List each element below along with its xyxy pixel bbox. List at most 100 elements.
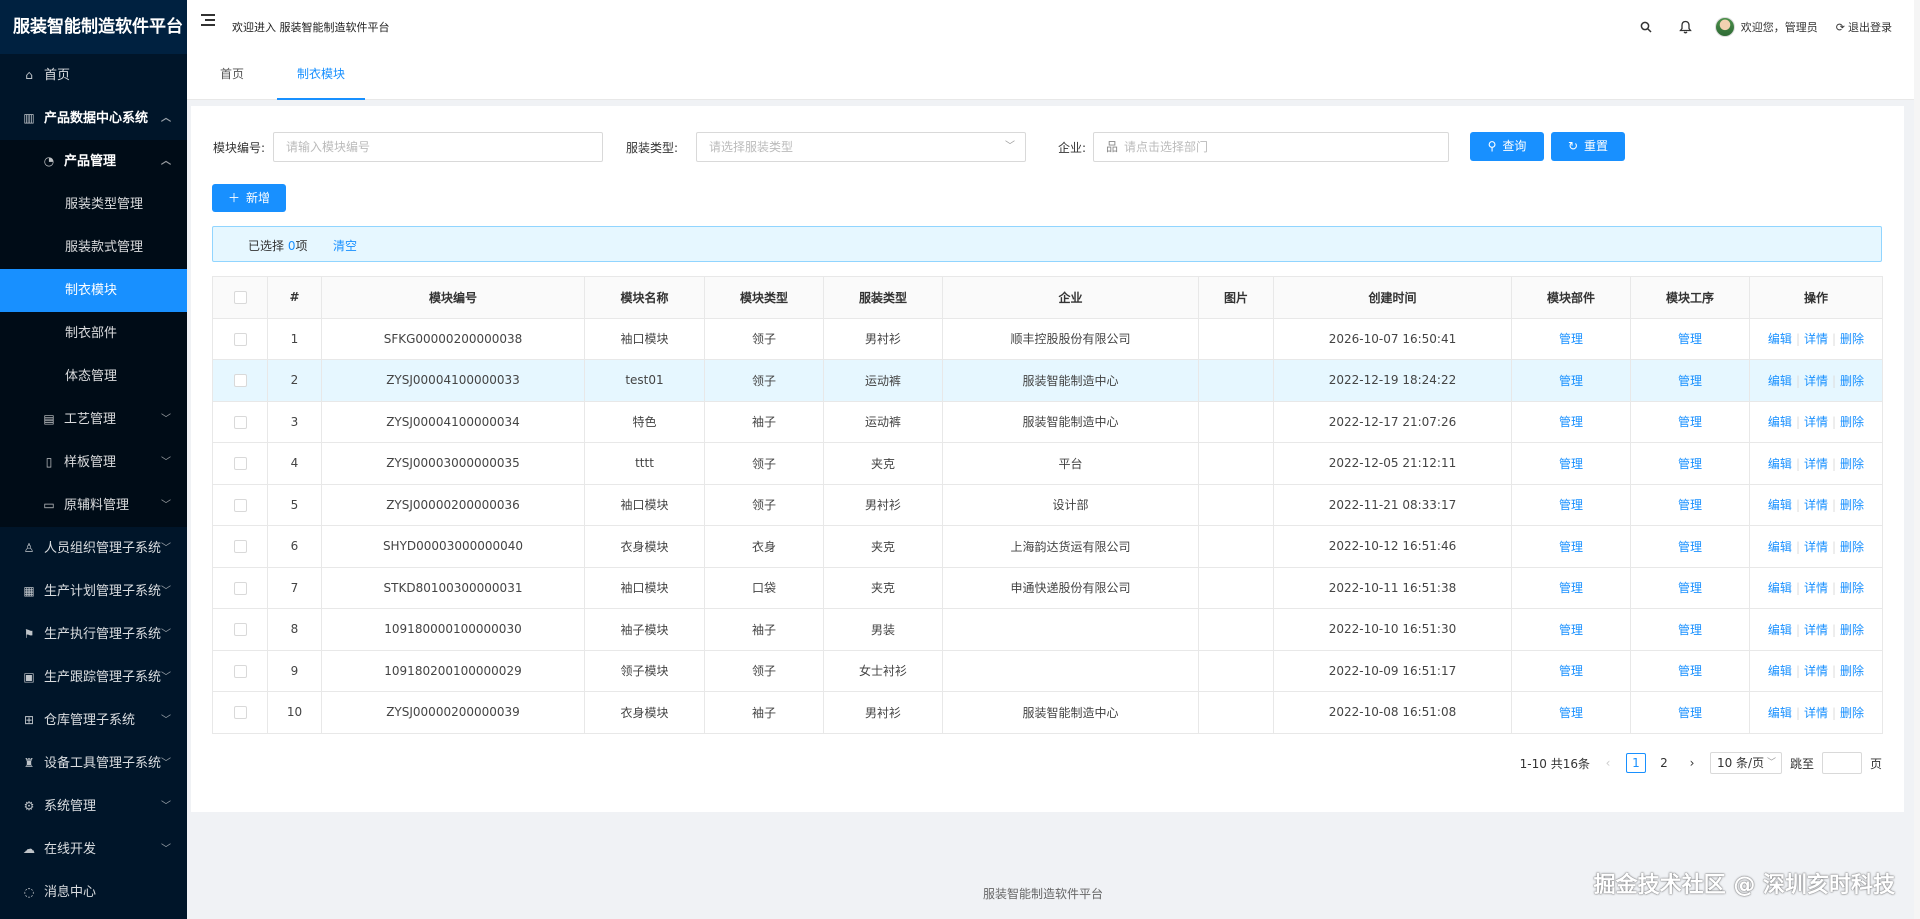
- delete-link[interactable]: 删除: [1840, 457, 1864, 471]
- delete-link[interactable]: 删除: [1840, 664, 1864, 678]
- edit-link[interactable]: 编辑: [1768, 664, 1792, 678]
- row-checkbox[interactable]: [233, 540, 247, 554]
- reset-button[interactable]: ↻ 重置: [1551, 132, 1625, 161]
- manage-parts-link[interactable]: 管理: [1559, 581, 1583, 595]
- company-select[interactable]: 品请点击选择部门: [1093, 132, 1449, 162]
- row-select-cell[interactable]: [212, 400, 268, 443]
- row-select-cell[interactable]: [212, 525, 268, 568]
- manage-parts-link[interactable]: 管理: [1559, 706, 1583, 720]
- sidebar-item-planning[interactable]: ▦ 生产计划管理子系统 ﹀: [0, 570, 187, 613]
- manage-parts-link[interactable]: 管理: [1559, 457, 1583, 471]
- manage-process-link[interactable]: 管理: [1678, 457, 1702, 471]
- next-page-button[interactable]: ›: [1682, 753, 1702, 773]
- manage-process-link[interactable]: 管理: [1678, 374, 1702, 388]
- page-scrollbar[interactable]: [1914, 0, 1920, 919]
- add-button[interactable]: ＋ 新增: [212, 184, 286, 212]
- table-row[interactable]: 1 SFKG00000200000038 袖口模块 领子 男衬衫 顺丰控股股份有限公司 20…: [212, 317, 1883, 360]
- user-menu[interactable]: 欢迎您，管理员: [1714, 17, 1818, 37]
- row-select-cell[interactable]: [212, 649, 268, 692]
- edit-link[interactable]: 编辑: [1768, 457, 1792, 471]
- sidebar-item-garment-part[interactable]: 制衣部件: [0, 312, 187, 355]
- sidebar-item-pattern[interactable]: ▯ 样板管理 ﹀: [0, 441, 187, 484]
- sidebar-item-personnel[interactable]: ♙ 人员组织管理子系统 ﹀: [0, 527, 187, 570]
- garment-type-select[interactable]: 请选择服装类型 ﹀: [696, 132, 1026, 162]
- sidebar-item-warehouse[interactable]: ⊞ 仓库管理子系统 ﹀: [0, 699, 187, 742]
- sidebar-item-execution[interactable]: ⚑ 生产执行管理子系统 ﹀: [0, 613, 187, 656]
- manage-parts-link[interactable]: 管理: [1559, 540, 1583, 554]
- delete-link[interactable]: 删除: [1840, 623, 1864, 637]
- prev-page-button[interactable]: ‹: [1598, 753, 1618, 773]
- manage-parts-link[interactable]: 管理: [1559, 498, 1583, 512]
- sidebar-item-product-management[interactable]: ◔ 产品管理 ︿: [0, 140, 187, 183]
- table-row[interactable]: 9 109180200100000029 领子模块 领子 女士衬衫 2022-10-09 …: [212, 649, 1883, 692]
- detail-link[interactable]: 详情: [1804, 540, 1828, 554]
- detail-link[interactable]: 详情: [1804, 457, 1828, 471]
- row-select-cell[interactable]: [212, 566, 268, 609]
- row-checkbox[interactable]: [233, 706, 247, 720]
- table-row[interactable]: 2 ZYSJ00004100000033 test01 领子 运动裤 服装智能制造中心 20…: [212, 359, 1883, 402]
- row-checkbox[interactable]: [233, 457, 247, 471]
- jump-page-input[interactable]: [1821, 752, 1862, 774]
- tab-garment-module[interactable]: 制衣模块: [277, 54, 366, 100]
- manage-parts-link[interactable]: 管理: [1559, 623, 1583, 637]
- row-checkbox[interactable]: [233, 581, 247, 595]
- table-row[interactable]: 3 ZYSJ00004100000034 特色 袖子 运动裤 服装智能制造中心 2022-1…: [212, 400, 1883, 443]
- row-select-cell[interactable]: [212, 317, 268, 360]
- manage-process-link[interactable]: 管理: [1678, 623, 1702, 637]
- table-row[interactable]: 7 STKD80100300000031 袖口模块 口袋 夹克 申通快递股份有限公司 202…: [212, 566, 1883, 609]
- row-select-cell[interactable]: [212, 442, 268, 485]
- edit-link[interactable]: 编辑: [1768, 706, 1792, 720]
- delete-link[interactable]: 删除: [1840, 581, 1864, 595]
- manage-parts-link[interactable]: 管理: [1559, 332, 1583, 346]
- delete-link[interactable]: 删除: [1840, 374, 1864, 388]
- detail-link[interactable]: 详情: [1804, 374, 1828, 388]
- clear-selection-link[interactable]: 清空: [333, 237, 357, 254]
- detail-link[interactable]: 详情: [1804, 332, 1828, 346]
- tab-home[interactable]: 首页: [220, 54, 244, 100]
- edit-link[interactable]: 编辑: [1768, 374, 1792, 388]
- page-size-select[interactable]: 10 条/页 ﹀: [1709, 752, 1782, 774]
- select-all-cell[interactable]: [212, 276, 268, 319]
- sidebar-item-system[interactable]: ⚙ 系统管理 ﹀: [0, 785, 187, 828]
- row-select-cell[interactable]: [212, 359, 268, 402]
- sidebar-item-online-dev[interactable]: ☁ 在线开发 ﹀: [0, 828, 187, 871]
- detail-link[interactable]: 详情: [1804, 581, 1828, 595]
- row-checkbox[interactable]: [233, 498, 247, 512]
- page-button[interactable]: 2: [1654, 753, 1674, 773]
- delete-link[interactable]: 删除: [1840, 332, 1864, 346]
- table-row[interactable]: 8 109180000100000030 袖子模块 袖子 男装 2022-10-10 16…: [212, 608, 1883, 651]
- delete-link[interactable]: 删除: [1840, 498, 1864, 512]
- row-select-cell[interactable]: [212, 483, 268, 526]
- edit-link[interactable]: 编辑: [1768, 415, 1792, 429]
- sidebar-item-process[interactable]: ▤ 工艺管理 ﹀: [0, 398, 187, 441]
- row-checkbox[interactable]: [233, 623, 247, 637]
- sidebar-item-tracking[interactable]: ▣ 生产跟踪管理子系统 ﹀: [0, 656, 187, 699]
- manage-process-link[interactable]: 管理: [1678, 540, 1702, 554]
- sidebar-item-garment-module[interactable]: 制衣模块: [0, 269, 187, 312]
- manage-process-link[interactable]: 管理: [1678, 415, 1702, 429]
- table-row[interactable]: 10 ZYSJ00000200000039 衣身模块 袖子 男衬衫 服装智能制造中心 202…: [212, 691, 1883, 734]
- row-select-cell[interactable]: [212, 608, 268, 651]
- manage-parts-link[interactable]: 管理: [1559, 415, 1583, 429]
- edit-link[interactable]: 编辑: [1768, 332, 1792, 346]
- search-icon[interactable]: [1635, 16, 1657, 38]
- detail-link[interactable]: 详情: [1804, 706, 1828, 720]
- edit-link[interactable]: 编辑: [1768, 623, 1792, 637]
- module-code-input[interactable]: 请输入模块编号: [273, 132, 603, 162]
- delete-link[interactable]: 删除: [1840, 540, 1864, 554]
- sidebar-item-messages[interactable]: ◌ 消息中心: [0, 871, 187, 914]
- sidebar-item-body-shape[interactable]: 体态管理: [0, 355, 187, 398]
- detail-link[interactable]: 详情: [1804, 498, 1828, 512]
- bell-icon[interactable]: [1675, 16, 1697, 38]
- logout-button[interactable]: ⟳ 退出登录: [1836, 19, 1892, 35]
- delete-link[interactable]: 删除: [1840, 415, 1864, 429]
- row-checkbox[interactable]: [233, 415, 247, 429]
- sidebar-item-home[interactable]: ⌂ 首页: [0, 54, 187, 97]
- detail-link[interactable]: 详情: [1804, 415, 1828, 429]
- query-button[interactable]: ⚲ 查询: [1470, 132, 1544, 161]
- delete-link[interactable]: 删除: [1840, 706, 1864, 720]
- row-checkbox[interactable]: [233, 664, 247, 678]
- sidebar-item-product-data-center[interactable]: ▥ 产品数据中心系统 ︿: [0, 97, 187, 140]
- manage-process-link[interactable]: 管理: [1678, 664, 1702, 678]
- table-row[interactable]: 6 SHYD00003000000040 衣身模块 衣身 夹克 上海韵达货运有限公司 202…: [212, 525, 1883, 568]
